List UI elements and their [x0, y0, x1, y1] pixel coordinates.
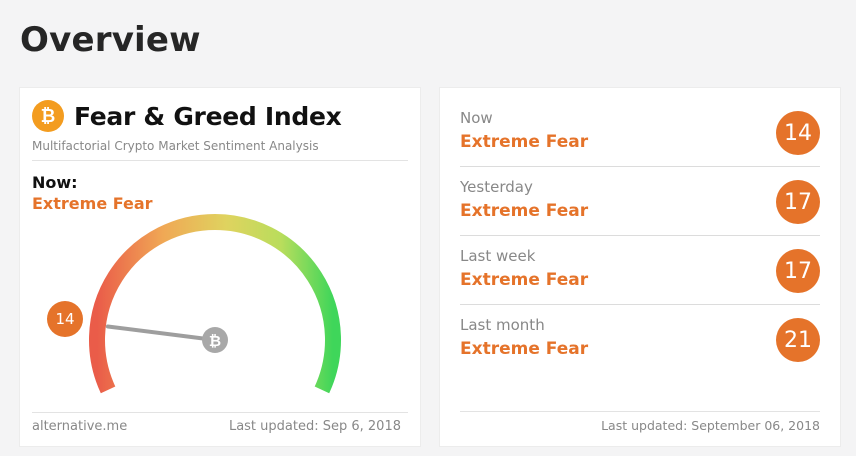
footer-divider [460, 411, 820, 412]
history-classification: Extreme Fear [460, 339, 589, 359]
history-value-badge: 14 [776, 111, 820, 155]
bitcoin-icon: ₿ [209, 332, 221, 350]
history-row-now: Now Extreme Fear 14 [460, 88, 820, 167]
last-updated: Last updated: Sep 6, 2018 [228, 419, 401, 434]
last-updated: Last updated: September 06, 2018 [601, 418, 820, 433]
history-value-badge: 17 [776, 180, 820, 224]
history-label: Last week [460, 247, 536, 265]
gauge-needle [105, 324, 217, 342]
history-label: Now [460, 109, 493, 127]
history-value-badge: 17 [776, 249, 820, 293]
fear-greed-card: ₿ Fear & Greed Index Multifactorial Cryp… [20, 88, 420, 446]
history-label: Yesterday [460, 178, 533, 196]
history-label: Last month [460, 316, 545, 334]
history-classification: Extreme Fear [460, 201, 589, 221]
history-classification: Extreme Fear [460, 270, 589, 290]
history-classification: Extreme Fear [460, 132, 589, 152]
history-row-last-month: Last month Extreme Fear 21 [460, 295, 820, 363]
history-value-badge: 21 [776, 318, 820, 362]
page-title: Overview [20, 20, 201, 60]
footer-divider [32, 412, 408, 413]
history-row-yesterday: Yesterday Extreme Fear 17 [460, 157, 820, 236]
gauge-arc [89, 214, 341, 394]
source-link[interactable]: alternative.me [32, 419, 127, 434]
gauge-value-badge: 14 [47, 301, 83, 337]
history-card: Now Extreme Fear 14 Yesterday Extreme Fe… [440, 88, 840, 446]
history-row-last-week: Last week Extreme Fear 17 [460, 226, 820, 305]
sentiment-gauge: ₿ [89, 214, 341, 394]
